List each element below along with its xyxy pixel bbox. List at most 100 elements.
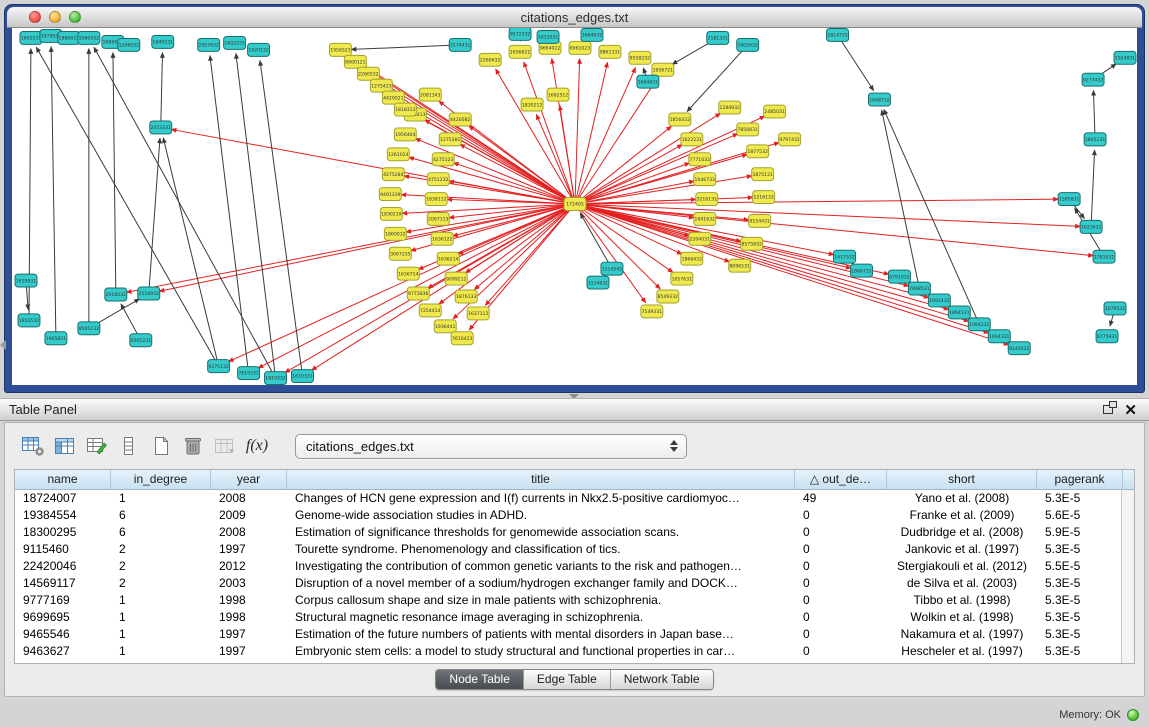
graph-node[interactable]: 8600121 (344, 55, 366, 68)
graph-node[interactable]: 9861331 (599, 45, 621, 58)
graph-node[interactable]: 1691632 (694, 212, 716, 225)
graph-node[interactable]: 6791932 (888, 270, 910, 283)
graph-node[interactable]: 1956721 (652, 63, 674, 76)
graph-node[interactable]: 1664632 (581, 28, 603, 41)
graph-node[interactable]: 1619931 (15, 274, 37, 287)
graph-node[interactable]: 1094232 (968, 318, 990, 331)
row-height-button[interactable] (113, 431, 145, 461)
graph-node[interactable]: 8549332 (657, 290, 679, 303)
graph-node[interactable]: 1818312 (394, 103, 416, 116)
graph-node[interactable]: 9275132 (208, 360, 230, 373)
show-columns-button[interactable] (49, 431, 81, 461)
graph-node[interactable]: 1514631 (587, 276, 609, 289)
graph-node[interactable]: 9505231 (130, 334, 152, 347)
graph-node[interactable]: 1617532 (834, 250, 856, 263)
graph-node[interactable]: 172405 (564, 198, 586, 211)
graph-node[interactable]: 1275423 (370, 79, 392, 92)
graph-node[interactable]: 2081343 (419, 88, 441, 101)
network-canvas[interactable]: 1724052081343181841319564041261024427528… (12, 28, 1137, 385)
graph-node[interactable]: 1856432 (669, 113, 691, 126)
graph-node[interactable]: 1936441 (434, 320, 456, 333)
table-row[interactable]: 1938455462009Genome-wide association stu… (15, 507, 1121, 524)
graph-node[interactable]: 2518932 (138, 287, 160, 300)
graph-node[interactable]: 1636714 (397, 267, 419, 280)
graph-node[interactable]: 1803532 (18, 314, 40, 327)
graph-node[interactable]: 1956404 (394, 128, 416, 141)
table-mode-button[interactable] (17, 431, 49, 461)
graph-node[interactable]: 1621632 (1080, 220, 1102, 233)
graph-node[interactable]: 1602331 (224, 36, 246, 49)
graph-node[interactable]: 3067235 (389, 247, 411, 260)
table-row[interactable]: 911546021997Tourette syndrome. Phenomeno… (15, 541, 1121, 558)
table-row[interactable]: 1830029562008Estimation of significance … (15, 524, 1121, 541)
graph-node[interactable]: 1275381 (439, 133, 461, 146)
graph-node[interactable]: 4275284 (382, 168, 404, 181)
graph-node[interactable]: 1781631 (1093, 250, 1115, 263)
column-header-year[interactable]: year (211, 470, 287, 490)
graph-node[interactable]: 9491339 (379, 188, 401, 201)
column-header-in_degree[interactable]: in_degree (111, 470, 211, 490)
graph-node[interactable]: 1866731 (851, 264, 873, 277)
graph-node[interactable]: 1636122 (431, 232, 453, 245)
table-row[interactable]: 969969511998Structural magnetic resonanc… (15, 609, 1121, 626)
graph-node[interactable]: 1849531 (152, 35, 174, 48)
graph-node[interactable]: 1691432 (928, 294, 950, 307)
graph-node[interactable]: 7898531 (908, 282, 930, 295)
graph-node[interactable]: 1076532 (1104, 302, 1126, 315)
graph-node[interactable]: 4420021 (382, 91, 404, 104)
graph-node[interactable]: 1602632 (737, 38, 759, 51)
table-row[interactable]: 946554611997Estimation of the future num… (15, 626, 1121, 643)
graph-node[interactable]: 1636214 (437, 252, 459, 265)
tab-node-table[interactable]: Node Table (436, 670, 523, 689)
graph-node[interactable]: 9797432 (779, 133, 801, 146)
table-row[interactable]: 1456911722003Disruption of a novel membe… (15, 575, 1121, 592)
graph-node[interactable]: 1905831 (45, 332, 67, 345)
graph-node[interactable]: 7549331 (641, 305, 663, 318)
graph-node[interactable]: 3174431 (449, 38, 471, 51)
graph-node[interactable]: 2067113 (427, 212, 449, 225)
graph-node[interactable]: 1206032 (118, 38, 140, 51)
graph-node[interactable]: 1619331 (292, 370, 314, 383)
graph-node[interactable]: 1894131 (948, 306, 970, 319)
graph-node[interactable]: 1664631 (637, 75, 659, 88)
graph-node[interactable]: 2204031 (689, 232, 711, 245)
close-panel-icon[interactable]: ✕ (1124, 401, 1137, 420)
table-row[interactable]: 1872400712008Changes of HCN gene express… (15, 490, 1121, 507)
float-panel-icon[interactable] (1103, 405, 1113, 414)
graph-node[interactable]: 2181331 (707, 31, 729, 44)
graph-node[interactable]: 1956523 (329, 43, 351, 56)
graph-node[interactable]: 7610423 (451, 332, 473, 345)
graph-node[interactable]: 1838112 (425, 193, 447, 206)
function-builder-button[interactable]: f(x) (241, 431, 273, 461)
graph-node[interactable]: 7771632 (689, 153, 711, 166)
graph-node[interactable]: 1284932 (719, 101, 741, 114)
graph-node[interactable]: 2814731 (827, 28, 849, 41)
graph-node[interactable]: 1057631 (671, 272, 693, 285)
table-scrollbar[interactable] (1121, 490, 1134, 663)
graph-node[interactable]: 1920132 (248, 43, 270, 56)
graph-node[interactable]: 6775931 (1096, 330, 1118, 343)
graph-node[interactable]: 1866432 (681, 252, 703, 265)
graph-node[interactable]: 2260532 (357, 67, 379, 80)
new-column-button[interactable] (145, 431, 177, 461)
column-header-pagerank[interactable]: pagerank (1037, 470, 1123, 490)
graph-node[interactable]: 2016031 (105, 288, 127, 301)
graph-node[interactable]: 4751232 (427, 173, 449, 186)
graph-node[interactable]: 8575832 (741, 237, 763, 250)
graph-node[interactable]: 2053331 (150, 121, 172, 134)
column-header-title[interactable]: title (287, 470, 795, 490)
graph-node[interactable]: 1980032 (78, 31, 100, 44)
network-graph[interactable]: 1724052081343181841319564041261024427528… (12, 28, 1137, 385)
graph-node[interactable]: 1648732 (868, 93, 890, 106)
table-row[interactable]: 946362711997Embryonic stem cells: a mode… (15, 643, 1121, 660)
table-selector-dropdown[interactable]: citations_edges.txt (295, 434, 687, 459)
graph-node[interactable]: 1830219 (380, 207, 402, 220)
graph-node[interactable]: 7850831 (737, 123, 759, 136)
graph-node[interactable]: 4420082 (449, 113, 471, 126)
graph-node[interactable]: 9773836 (407, 287, 429, 300)
graph-node[interactable]: 4275123 (432, 153, 454, 166)
graph-node[interactable]: 1622231 (681, 133, 703, 146)
graph-node[interactable]: 2485031 (764, 105, 786, 118)
graph-node[interactable]: 1662512 (547, 88, 569, 101)
graph-node[interactable]: 9245032 (1008, 342, 1030, 355)
